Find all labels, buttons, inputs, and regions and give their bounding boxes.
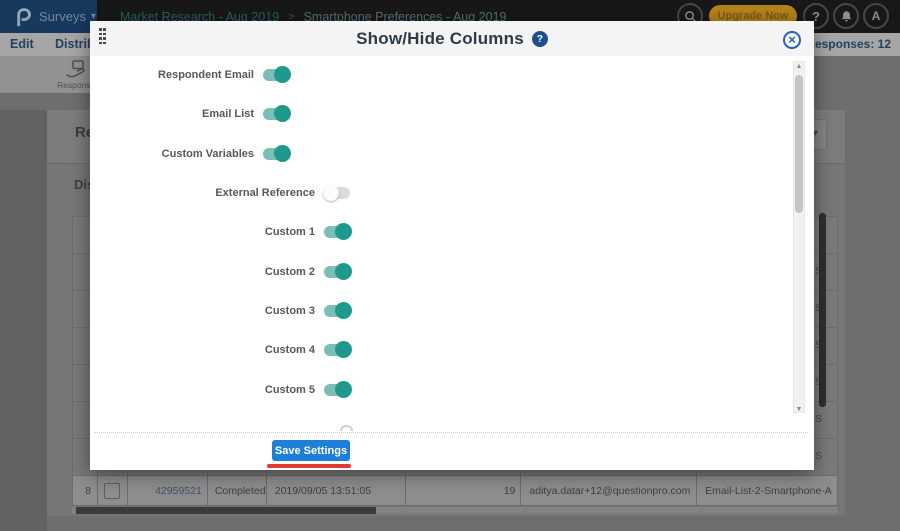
email-list-cell: Email-List-2-Smartphone-A bbox=[697, 476, 838, 505]
toggle-custom-variables[interactable] bbox=[263, 145, 291, 162]
avatar-letter: A bbox=[871, 9, 881, 23]
toggle-row-respondent-email: Respondent Email bbox=[90, 65, 291, 85]
row-checkbox-cell bbox=[98, 476, 128, 505]
clipped-cell-text: S bbox=[815, 450, 823, 462]
toggle-row-custom-2: Custom 2 bbox=[90, 262, 352, 282]
save-settings-button[interactable]: Save Settings bbox=[272, 440, 350, 461]
question-icon: ? bbox=[536, 32, 544, 45]
annotation-underline bbox=[267, 464, 351, 468]
toggle-knob bbox=[335, 263, 352, 280]
questionpro-logo-icon bbox=[17, 7, 31, 26]
toggle-external-reference[interactable] bbox=[323, 185, 350, 201]
toggle-knob bbox=[335, 341, 352, 358]
toggle-label: External Reference bbox=[215, 187, 315, 199]
response-id-cell[interactable]: 42959521 bbox=[128, 476, 208, 505]
toggle-row-custom-4: Custom 4 bbox=[90, 340, 352, 360]
account-avatar[interactable]: A bbox=[863, 3, 889, 29]
toggle-label: Custom 5 bbox=[264, 384, 315, 396]
scroll-up-icon[interactable]: ▲ bbox=[793, 61, 805, 73]
toggle-label: Custom 3 bbox=[264, 305, 315, 317]
row-number-cell: 8 bbox=[73, 476, 98, 505]
toggle-custom-4[interactable] bbox=[324, 341, 352, 358]
close-icon: × bbox=[788, 31, 796, 47]
toggle-custom-5[interactable] bbox=[324, 381, 352, 398]
next-toggle-peek bbox=[340, 425, 353, 431]
brand-block: Surveys ▾ bbox=[0, 0, 97, 33]
scroll-down-icon[interactable]: ▼ bbox=[793, 406, 805, 413]
toggle-label: Custom 1 bbox=[264, 226, 315, 238]
notifications-button[interactable] bbox=[833, 3, 859, 29]
toggle-label: Email List bbox=[202, 108, 254, 120]
show-hide-columns-modal: Show/Hide Columns ? × Respondent Email E… bbox=[90, 21, 814, 470]
responses-hand-icon bbox=[66, 60, 85, 78]
toggle-knob bbox=[274, 145, 291, 162]
tab-edit[interactable]: Edit bbox=[10, 37, 34, 51]
table-horizontal-scrollbar-thumb[interactable] bbox=[76, 507, 376, 514]
timestamp-cell: 2019/09/05 13:51:05 bbox=[267, 476, 406, 505]
email-cell: aditya.datar+12@questionpro.com bbox=[521, 476, 698, 505]
toggle-custom-2[interactable] bbox=[324, 263, 352, 280]
footer-divider bbox=[95, 432, 808, 433]
modal-title: Show/Hide Columns bbox=[356, 28, 524, 48]
bell-icon bbox=[841, 10, 851, 21]
drag-handle-icon[interactable] bbox=[99, 28, 107, 46]
toggle-knob bbox=[274, 66, 291, 83]
modal-header: Show/Hide Columns ? bbox=[90, 21, 814, 56]
toggle-row-custom-5: Custom 5 bbox=[90, 380, 352, 400]
toggle-knob bbox=[335, 381, 352, 398]
toggle-knob bbox=[335, 302, 352, 319]
modal-help-button[interactable]: ? bbox=[531, 30, 548, 47]
surveys-menu-label: Surveys bbox=[39, 9, 86, 24]
toggle-label: Custom Variables bbox=[161, 148, 254, 160]
surveys-menu[interactable]: Surveys ▾ bbox=[39, 9, 96, 24]
toggle-row-custom-1: Custom 1 bbox=[90, 222, 352, 242]
toggle-label: Respondent Email bbox=[158, 69, 254, 81]
toggle-row-email-list: Email List bbox=[90, 104, 291, 124]
toggle-label: Custom 2 bbox=[264, 266, 315, 278]
toggle-knob bbox=[274, 105, 291, 122]
toggle-respondent-email[interactable] bbox=[263, 66, 291, 83]
toggle-knob bbox=[323, 185, 339, 201]
clipped-cell-text: S bbox=[815, 413, 823, 425]
time-taken-cell: 19 bbox=[406, 476, 522, 505]
table-row-8[interactable]: 8 42959521 Completed 2019/09/05 13:51:05… bbox=[73, 476, 838, 506]
toggle-knob bbox=[335, 223, 352, 240]
modal-close-button[interactable]: × bbox=[783, 31, 801, 49]
modal-scrollbar-thumb[interactable] bbox=[795, 75, 803, 213]
toggle-label: Custom 4 bbox=[264, 344, 315, 356]
toggle-row-custom-variables: Custom Variables bbox=[90, 144, 291, 164]
toggle-custom-3[interactable] bbox=[324, 302, 352, 319]
toggle-row-custom-3: Custom 3 bbox=[90, 301, 352, 321]
row-checkbox[interactable] bbox=[104, 482, 121, 499]
toggle-row-external-reference: External Reference bbox=[90, 183, 350, 203]
table-vertical-scrollbar[interactable] bbox=[819, 213, 826, 407]
responses-count-badge: Responses: 12 bbox=[806, 37, 891, 51]
status-cell: Completed bbox=[208, 476, 267, 505]
toggle-email-list[interactable] bbox=[263, 105, 291, 122]
left-sidebar-strip bbox=[0, 110, 47, 531]
toggle-custom-1[interactable] bbox=[324, 223, 352, 240]
save-settings-label: Save Settings bbox=[274, 444, 348, 457]
